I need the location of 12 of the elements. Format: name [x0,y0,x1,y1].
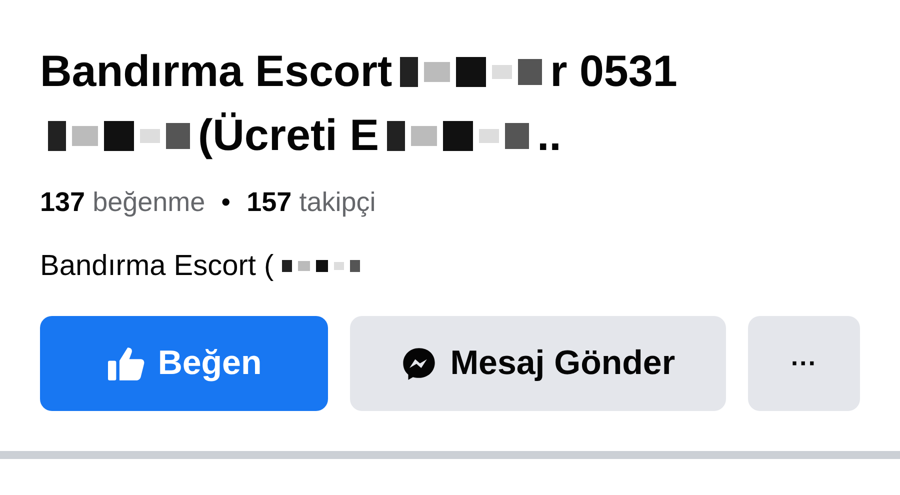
like-button[interactable]: Beğen [40,316,328,411]
page-title-text: .. [536,110,562,162]
page-title-text: Bandırma Escort [40,46,392,98]
send-message-button[interactable]: Mesaj Gönder [350,316,726,411]
thumbs-up-icon [106,346,146,382]
page-title-text: r 0531 [550,46,678,98]
page-title-text: (Ücreti E [198,110,379,162]
followers-count: 157 takipçi [246,186,376,219]
dot-separator: • [221,186,231,219]
likes-count: 137 beğenme [40,186,206,219]
more-button[interactable]: ··· [748,316,860,411]
category-text: Bandırma Escort ( [40,248,274,284]
